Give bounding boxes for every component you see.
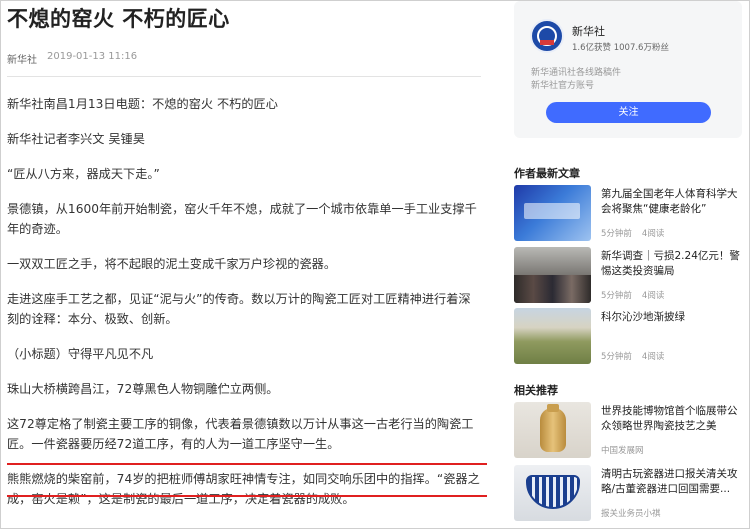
item-title[interactable]: 清明古玩瓷器进口报关清关攻略/古董瓷器进口回国需要... bbox=[601, 467, 747, 497]
item-meta: 5分钟前 4阅读 bbox=[601, 350, 664, 362]
list-item[interactable]: 新华调查｜亏损2.24亿元！警惕这类投资骗局 5分钟前 4阅读 bbox=[514, 247, 750, 303]
avatar[interactable] bbox=[530, 19, 564, 53]
logo-base-icon bbox=[540, 40, 554, 45]
article-date: 2019-01-13 11:16 bbox=[47, 51, 138, 62]
author-desc-line: 新华社官方账号 bbox=[531, 81, 595, 91]
item-title[interactable]: 世界技能博物馆首个临展带公众领略世界陶瓷技艺之美 bbox=[601, 404, 747, 434]
article-thumbnail[interactable] bbox=[514, 247, 591, 303]
article: 不熄的窑火 不朽的匠心 新华社 2019-01-13 11:16 新华社南昌1月… bbox=[7, 1, 487, 529]
item-title[interactable]: 新华调查｜亏损2.24亿元！警惕这类投资骗局 bbox=[601, 249, 747, 279]
paragraph: 走进这座手工艺之都，见证“泥与火”的传奇。数以万计的陶瓷工匠对工匠精神进行着深刻… bbox=[7, 292, 471, 326]
article-source[interactable]: 新华社 bbox=[7, 51, 37, 66]
paragraph: 新华社记者李兴文 吴锺昊 bbox=[7, 132, 145, 146]
latest-articles-heading: 作者最新文章 bbox=[514, 167, 580, 180]
vase-graphic bbox=[540, 408, 566, 452]
paragraph: （小标题）守得平凡见不凡 bbox=[7, 347, 154, 361]
item-meta: 5分钟前 4阅读 bbox=[601, 289, 664, 301]
follow-button[interactable]: 关注 bbox=[546, 102, 711, 123]
item-time: 5分钟前 bbox=[601, 291, 632, 301]
sidebar: 新华社 1.6亿获赞 1007.6万粉丝 新华通讯社各线路稿件 新华社官方账号 … bbox=[514, 1, 750, 529]
item-time: 5分钟前 bbox=[601, 229, 632, 239]
author-card: 新华社 1.6亿获赞 1007.6万粉丝 新华通讯社各线路稿件 新华社官方账号 … bbox=[514, 1, 742, 138]
item-source: 中国发展网 bbox=[601, 446, 644, 456]
related-heading: 相关推荐 bbox=[514, 384, 558, 397]
thumbnail-graphic bbox=[524, 203, 580, 219]
item-reads: 4阅读 bbox=[641, 352, 665, 362]
item-meta: 报关业务员小祺 bbox=[601, 507, 661, 519]
vase-neck-graphic bbox=[547, 404, 559, 412]
article-title: 不熄的窑火 不朽的匠心 bbox=[7, 7, 230, 31]
author-description: 新华通讯社各线路稿件 新华社官方账号 bbox=[531, 67, 731, 93]
item-meta: 中国发展网 bbox=[601, 444, 644, 456]
article-thumbnail[interactable] bbox=[514, 465, 591, 521]
item-reads: 4阅读 bbox=[641, 291, 665, 301]
paragraph: “匠从八方来，器成天下走。” bbox=[7, 167, 160, 181]
paragraph: 这72尊定格了制瓷主要工序的铜像，代表着景德镇数以万计从事这一古老行当的陶瓷工匠… bbox=[7, 417, 474, 451]
bowl-graphic bbox=[526, 475, 580, 509]
title-divider bbox=[7, 76, 481, 77]
list-item[interactable]: 第九届全国老年人体育科学大会将聚焦“健康老龄化” 5分钟前 4阅读 bbox=[514, 185, 750, 241]
item-reads: 4阅读 bbox=[641, 229, 665, 239]
article-thumbnail[interactable] bbox=[514, 308, 591, 364]
article-thumbnail[interactable] bbox=[514, 185, 591, 241]
paragraph: 珠山大桥横跨昌江，72尊黑色人物铜雕伫立两侧。 bbox=[7, 382, 279, 396]
list-item[interactable]: 清明古玩瓷器进口报关清关攻略/古董瓷器进口回国需要... 报关业务员小祺 bbox=[514, 465, 750, 521]
paragraph: 一双双工匠之手，将不起眼的泥土变成千家万户珍视的瓷器。 bbox=[7, 257, 337, 271]
paragraph: 新华社南昌1月13日电题：不熄的窑火 不朽的匠心 bbox=[7, 97, 278, 111]
item-title[interactable]: 科尔沁沙地渐披绿 bbox=[601, 310, 747, 325]
author-stats: 1.6亿获赞 1007.6万粉丝 bbox=[572, 43, 669, 53]
list-item[interactable]: 科尔沁沙地渐披绿 5分钟前 4阅读 bbox=[514, 308, 750, 364]
list-item[interactable]: 世界技能博物馆首个临展带公众领略世界陶瓷技艺之美 中国发展网 bbox=[514, 402, 750, 458]
item-title[interactable]: 第九届全国老年人体育科学大会将聚焦“健康老龄化” bbox=[601, 187, 747, 217]
item-time: 5分钟前 bbox=[601, 352, 632, 362]
article-meta: 新华社 2019-01-13 11:16 bbox=[7, 51, 487, 66]
article-thumbnail[interactable] bbox=[514, 402, 591, 458]
highlight-box bbox=[7, 463, 487, 497]
paragraph: 景德镇，从1600年前开始制瓷，窑火千年不熄，成就了一个城市依靠单一手工业支撑千… bbox=[7, 202, 477, 236]
author-name[interactable]: 新华社 bbox=[572, 23, 605, 39]
item-meta: 5分钟前 4阅读 bbox=[601, 227, 664, 239]
article-body: 新华社南昌1月13日电题：不熄的窑火 不朽的匠心 新华社记者李兴文 吴锺昊 “匠… bbox=[7, 94, 481, 524]
author-desc-line: 新华通讯社各线路稿件 bbox=[531, 68, 622, 78]
thumbnail-graphic bbox=[514, 275, 591, 303]
item-source: 报关业务员小祺 bbox=[601, 509, 661, 519]
